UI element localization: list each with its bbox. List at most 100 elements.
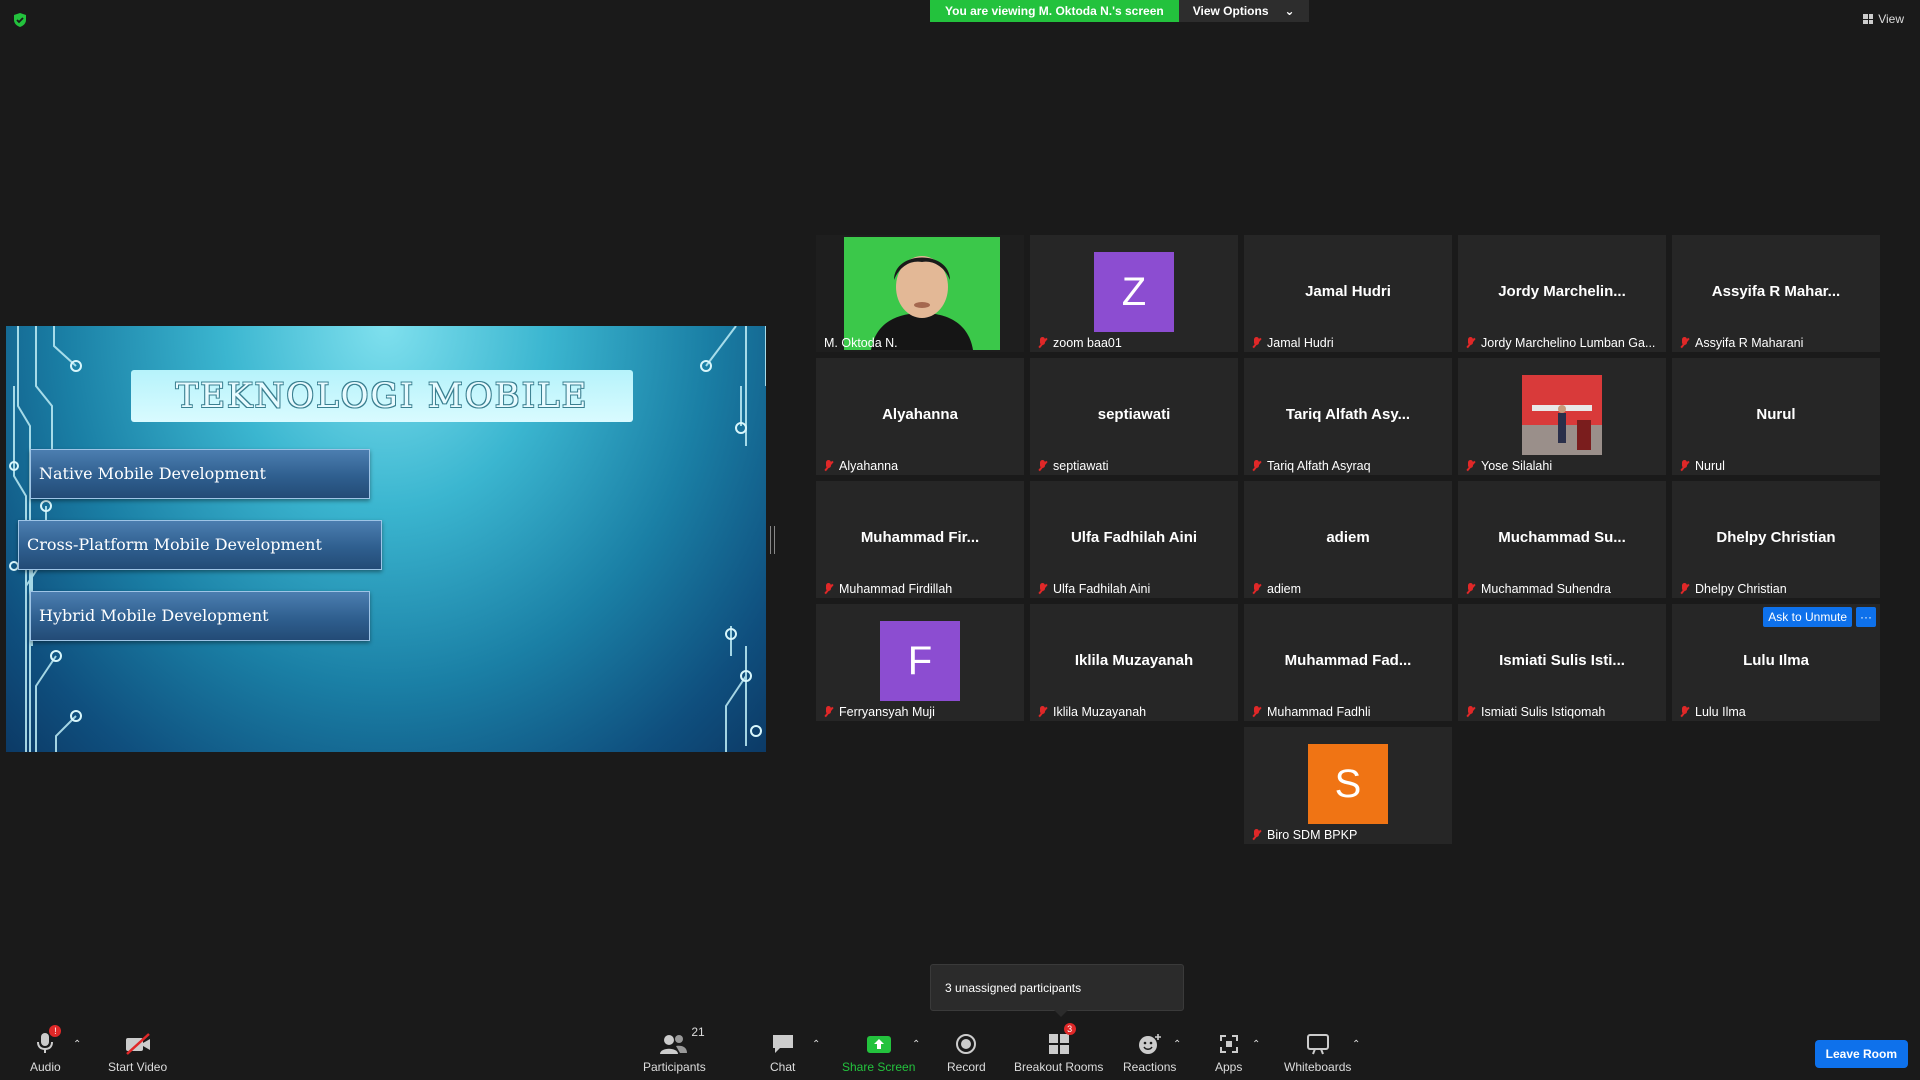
breakout-rooms-icon bbox=[1048, 1034, 1069, 1054]
apps-options-caret-icon[interactable]: ⌃ bbox=[1252, 1039, 1260, 1050]
view-layout-button[interactable]: View bbox=[1863, 12, 1904, 26]
participant-tile[interactable]: M. Oktoda N. bbox=[816, 235, 1024, 352]
participant-tile[interactable]: Lulu Ilma Lulu Ilma Ask to Unmute ··· bbox=[1672, 604, 1880, 721]
participant-name-label: Alyahanna bbox=[824, 459, 898, 473]
viewing-screen-text: You are viewing M. Oktoda N.'s screen bbox=[930, 0, 1179, 22]
security-shield-icon[interactable] bbox=[12, 12, 28, 28]
slide-item-hybrid: Hybrid Mobile Development bbox=[30, 591, 370, 641]
participant-tile[interactable]: F Ferryansyah Muji bbox=[816, 604, 1024, 721]
start-video-label: Start Video bbox=[108, 1060, 168, 1074]
apps-button[interactable]: Apps bbox=[1215, 1027, 1242, 1074]
avatar: Z bbox=[1094, 252, 1174, 332]
apps-label: Apps bbox=[1215, 1060, 1243, 1074]
record-label: Record bbox=[947, 1060, 986, 1074]
mic-muted-icon bbox=[824, 583, 833, 595]
participant-name-label: Jamal Hudri bbox=[1252, 336, 1334, 350]
participant-tile[interactable]: Muhammad Fad... Muhammad Fadhli bbox=[1244, 604, 1452, 721]
participant-name: zoom baa01 bbox=[1053, 336, 1122, 350]
participant-tile[interactable]: adiem adiem bbox=[1244, 481, 1452, 598]
participant-name: Ulfa Fadhilah Aini bbox=[1053, 582, 1151, 596]
participant-tile[interactable]: Jamal Hudri Jamal Hudri bbox=[1244, 235, 1452, 352]
whiteboards-options-caret-icon[interactable]: ⌃ bbox=[1352, 1039, 1360, 1050]
chat-button[interactable]: Chat bbox=[770, 1027, 795, 1074]
reactions-label: Reactions bbox=[1123, 1060, 1177, 1074]
chat-options-caret-icon[interactable]: ⌃ bbox=[812, 1039, 820, 1050]
participant-display-name: Assyifa R Mahar... bbox=[1711, 283, 1841, 300]
participant-name: Jordy Marchelino Lumban Ga... bbox=[1481, 336, 1656, 350]
participant-name-label: Muchammad Suhendra bbox=[1466, 582, 1611, 596]
participant-tile[interactable]: Dhelpy Christian Dhelpy Christian bbox=[1672, 481, 1880, 598]
participant-tile[interactable]: Muhammad Fir... Muhammad Firdillah bbox=[816, 481, 1024, 598]
share-options-caret-icon[interactable]: ⌃ bbox=[912, 1039, 920, 1050]
participant-video bbox=[816, 235, 1024, 352]
grid-view-icon bbox=[1863, 14, 1874, 24]
participant-name-label: Ulfa Fadhilah Aini bbox=[1038, 582, 1150, 596]
participant-name-label: adiem bbox=[1252, 582, 1301, 596]
participant-tile[interactable]: Assyifa R Mahar... Assyifa R Maharani bbox=[1672, 235, 1880, 352]
participant-display-name: adiem bbox=[1326, 529, 1370, 546]
whiteboards-button[interactable]: Whiteboards bbox=[1284, 1027, 1351, 1074]
breakout-rooms-button[interactable]: 3 Breakout Rooms bbox=[1014, 1023, 1103, 1074]
participant-display-name: Ulfa Fadhilah Aini bbox=[1070, 529, 1198, 546]
mic-muted-icon bbox=[1252, 337, 1261, 349]
audio-options-caret-icon[interactable]: ⌃ bbox=[73, 1039, 81, 1050]
participant-name-label: Ferryansyah Muji bbox=[824, 705, 935, 719]
participant-tile[interactable]: Ulfa Fadhilah Aini Ulfa Fadhilah Aini bbox=[1030, 481, 1238, 598]
participant-name: Iklila Muzayanah bbox=[1053, 705, 1147, 719]
meeting-toolbar: ! Audio ⌃ Start Video 21 Participants Ch… bbox=[0, 1020, 1920, 1080]
participant-tile[interactable]: Jordy Marchelin... Jordy Marchelino Lumba… bbox=[1458, 235, 1666, 352]
leave-room-button[interactable]: Leave Room bbox=[1814, 1040, 1908, 1068]
participant-name: Muchammad Suhendra bbox=[1481, 582, 1611, 596]
ask-to-unmute-button[interactable]: Ask to Unmute bbox=[1763, 607, 1852, 627]
participant-tile[interactable]: S Biro SDM BPKP bbox=[1244, 727, 1452, 844]
slide-item-cross-platform: Cross-Platform Mobile Development bbox=[18, 520, 382, 570]
participant-display-name: septiawati bbox=[1097, 406, 1171, 423]
audio-button[interactable]: ! Audio bbox=[30, 1025, 62, 1074]
slide-item-native: Native Mobile Development bbox=[30, 449, 370, 499]
share-screen-button[interactable]: Share Screen bbox=[842, 1027, 915, 1074]
audio-label: Audio bbox=[30, 1060, 61, 1074]
breakout-rooms-badge: 3 bbox=[1063, 1023, 1076, 1035]
participant-name-label: Jordy Marchelino Lumban Ga... bbox=[1466, 336, 1655, 350]
apps-icon bbox=[1219, 1035, 1238, 1053]
reactions-button[interactable]: Reactions bbox=[1123, 1027, 1176, 1074]
participant-tile[interactable]: Yose Silalahi bbox=[1458, 358, 1666, 475]
participant-tile[interactable]: Ismiati Sulis Isti... Ismiati Sulis Istiq… bbox=[1458, 604, 1666, 721]
whiteboard-icon bbox=[1306, 1034, 1329, 1055]
participant-name-label: Biro SDM BPKP bbox=[1252, 828, 1357, 842]
participant-display-name: Lulu Ilma bbox=[1743, 652, 1809, 669]
shared-screen: TEKNOLOGI MOBILE Native Mobile Developme… bbox=[6, 326, 766, 752]
participant-name: Dhelpy Christian bbox=[1695, 582, 1787, 596]
participant-tile[interactable]: Iklila Muzayanah Iklila Muzayanah bbox=[1030, 604, 1238, 721]
participant-display-name: Jordy Marchelin... bbox=[1498, 283, 1626, 300]
participant-name-label: Ismiati Sulis Istiqomah bbox=[1466, 705, 1605, 719]
reactions-smiley-icon bbox=[1138, 1034, 1161, 1054]
share-screen-icon bbox=[866, 1036, 891, 1053]
more-options-button[interactable]: ··· bbox=[1856, 607, 1876, 627]
mic-muted-icon bbox=[1680, 337, 1689, 349]
participant-tile[interactable]: septiawati septiawati bbox=[1030, 358, 1238, 475]
participant-tile[interactable]: Zzoom baa01 bbox=[1030, 235, 1238, 352]
participant-tile[interactable]: Alyahanna Alyahanna bbox=[816, 358, 1024, 475]
mic-muted-icon bbox=[1252, 460, 1261, 472]
participant-name: Jamal Hudri bbox=[1267, 336, 1334, 350]
participant-tile[interactable]: Muchammad Su... Muchammad Suhendra bbox=[1458, 481, 1666, 598]
split-view-resize-handle[interactable] bbox=[770, 526, 775, 554]
mic-muted-icon bbox=[1252, 583, 1261, 595]
participant-name-label: Muhammad Fadhli bbox=[1252, 705, 1371, 719]
record-icon bbox=[956, 1034, 977, 1054]
mic-muted-icon bbox=[1680, 583, 1689, 595]
participant-name: Nurul bbox=[1695, 459, 1725, 473]
mic-muted-icon bbox=[1466, 706, 1475, 718]
participant-display-name: Muhammad Fad... bbox=[1284, 652, 1412, 669]
participants-button[interactable]: 21 Participants bbox=[643, 1025, 706, 1074]
mic-muted-icon bbox=[1252, 706, 1261, 718]
participant-tile[interactable]: Tariq Alfath Asy... Tariq Alfath Asyraq bbox=[1244, 358, 1452, 475]
record-button[interactable]: Record bbox=[947, 1027, 986, 1074]
start-video-button[interactable]: Start Video bbox=[108, 1027, 167, 1074]
participant-tile[interactable]: Nurul Nurul bbox=[1672, 358, 1880, 475]
participant-display-name: Jamal Hudri bbox=[1305, 283, 1391, 300]
view-options-button[interactable]: View Options ⌄ bbox=[1178, 0, 1309, 22]
reactions-options-caret-icon[interactable]: ⌃ bbox=[1173, 1039, 1181, 1050]
participant-name-label: M. Oktoda N. bbox=[824, 336, 898, 350]
